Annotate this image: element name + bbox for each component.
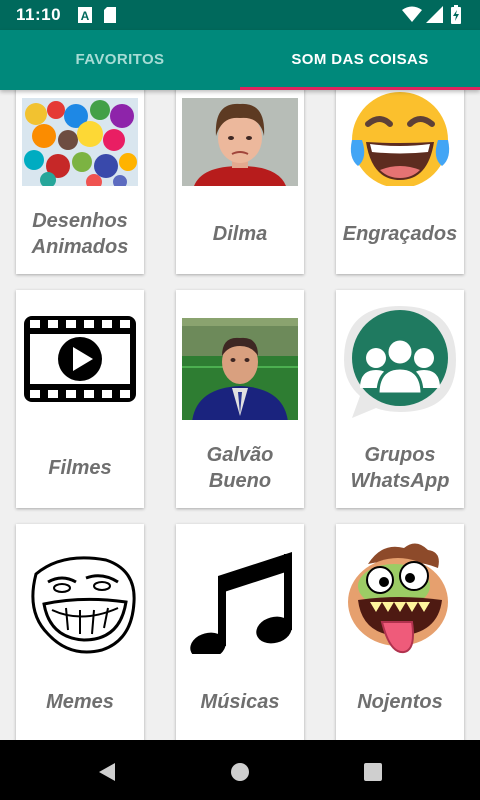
tab-bar: FAVORITOS SOM DAS COISAS	[0, 30, 480, 90]
status-time: 11:10	[16, 5, 62, 24]
sd-card-icon	[104, 7, 116, 23]
category-card-dilma[interactable]: Dilma	[176, 90, 304, 274]
category-label: Engraçados	[342, 223, 458, 245]
signal-icon	[426, 6, 443, 23]
category-label: Memes	[46, 691, 114, 713]
category-card-engracados[interactable]: Engraçados	[336, 90, 464, 274]
music-note-icon	[190, 552, 292, 654]
recents-icon[interactable]	[361, 760, 385, 784]
cartoon-collage-image	[22, 98, 138, 186]
wifi-icon	[402, 6, 422, 22]
category-card-memes[interactable]: Memes	[16, 524, 144, 740]
category-label: Grupos WhatsApp	[350, 444, 450, 492]
whatsapp-group-icon	[344, 306, 456, 418]
category-label: Nojentos	[357, 691, 443, 713]
category-label: Músicas	[200, 691, 280, 713]
category-card-galvao-bueno[interactable]: Galvão Bueno	[176, 290, 304, 508]
category-card-grupos-whatsapp[interactable]: Grupos WhatsApp	[336, 290, 464, 508]
category-label: Galvão Bueno	[206, 444, 274, 492]
laughing-emoji-icon	[350, 92, 450, 186]
galvao-bueno-photo	[182, 318, 298, 420]
battery-icon	[451, 5, 461, 24]
category-grid[interactable]: Desenhos Animados Dilma Engraçados Filme…	[0, 90, 480, 740]
status-bar: 11:10 A	[0, 0, 480, 30]
dilma-photo	[182, 98, 298, 186]
film-strip-icon	[24, 316, 136, 402]
system-nav-bar	[0, 740, 480, 800]
category-label: Desenhos Animados	[31, 210, 129, 258]
home-icon[interactable]	[228, 760, 252, 784]
category-card-desenhos-animados[interactable]: Desenhos Animados	[16, 90, 144, 274]
tab-som-das-coisas[interactable]: SOM DAS COISAS	[240, 30, 480, 90]
category-label: Filmes	[48, 457, 112, 479]
tab-favoritos[interactable]: FAVORITOS	[0, 30, 240, 90]
a-notification-icon: A	[78, 7, 92, 23]
gross-face-icon	[348, 543, 448, 654]
svg-text:A: A	[81, 9, 90, 23]
category-label: Dilma	[212, 223, 268, 245]
category-card-nojentos[interactable]: Nojentos	[336, 524, 464, 740]
trollface-icon	[31, 556, 136, 654]
back-icon[interactable]	[95, 760, 119, 784]
category-card-filmes[interactable]: Filmes	[16, 290, 144, 508]
tab-indicator	[240, 87, 480, 90]
category-card-musicas[interactable]: Músicas	[176, 524, 304, 740]
